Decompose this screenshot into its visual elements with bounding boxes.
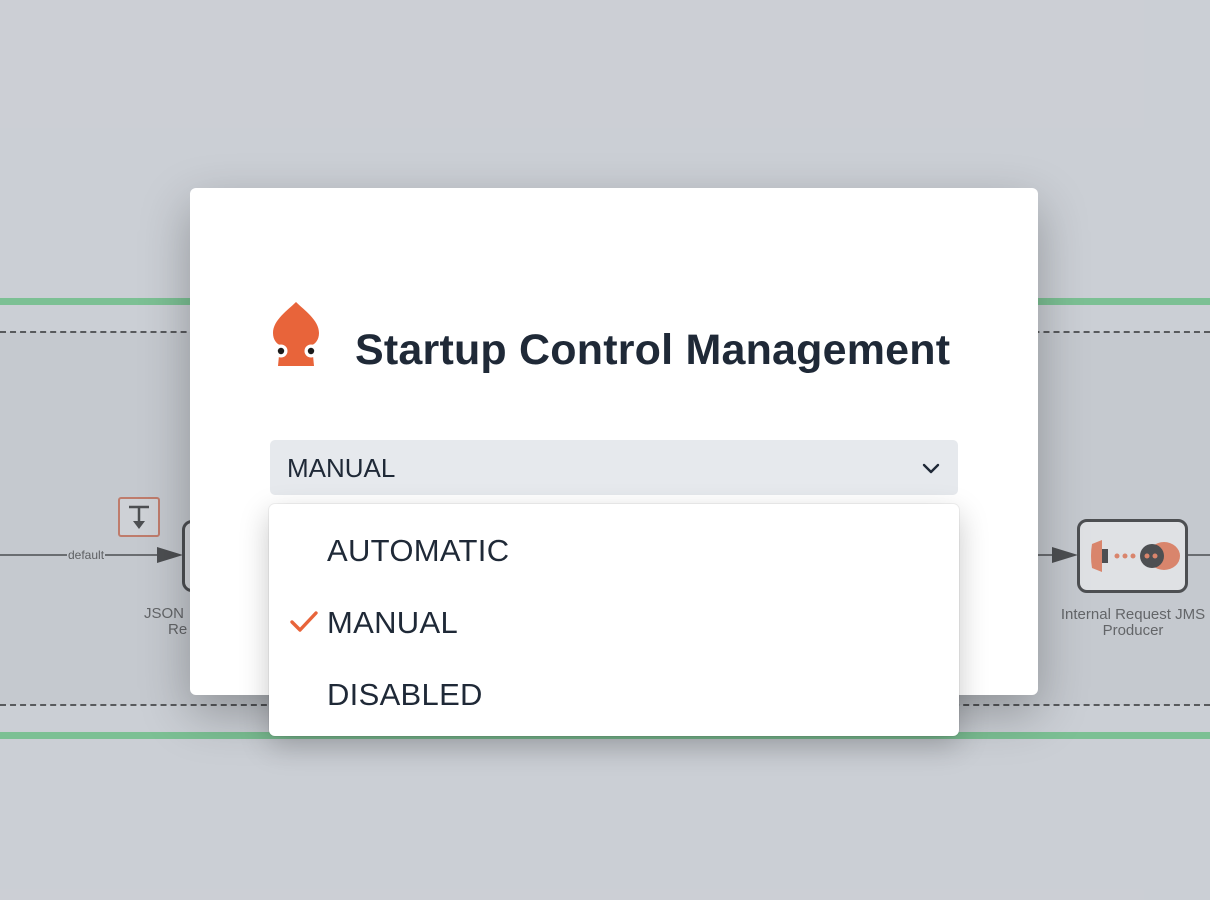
option-manual[interactable]: MANUAL xyxy=(269,583,959,655)
chevron-down-icon xyxy=(922,463,940,474)
option-label: AUTOMATIC xyxy=(327,533,510,568)
option-disabled[interactable]: DISABLED xyxy=(269,655,959,727)
squid-logo-icon xyxy=(273,302,319,366)
dialog-title: Startup Control Management xyxy=(355,326,951,374)
checkmark-icon xyxy=(290,611,318,632)
option-label: DISABLED xyxy=(327,677,483,712)
option-automatic[interactable]: AUTOMATIC xyxy=(269,511,959,583)
startup-mode-options: AUTOMATIC MANUAL DISABLED xyxy=(269,504,959,736)
option-label: MANUAL xyxy=(327,605,458,640)
select-value: MANUAL xyxy=(287,453,396,483)
startup-mode-select[interactable]: MANUAL xyxy=(270,440,958,495)
